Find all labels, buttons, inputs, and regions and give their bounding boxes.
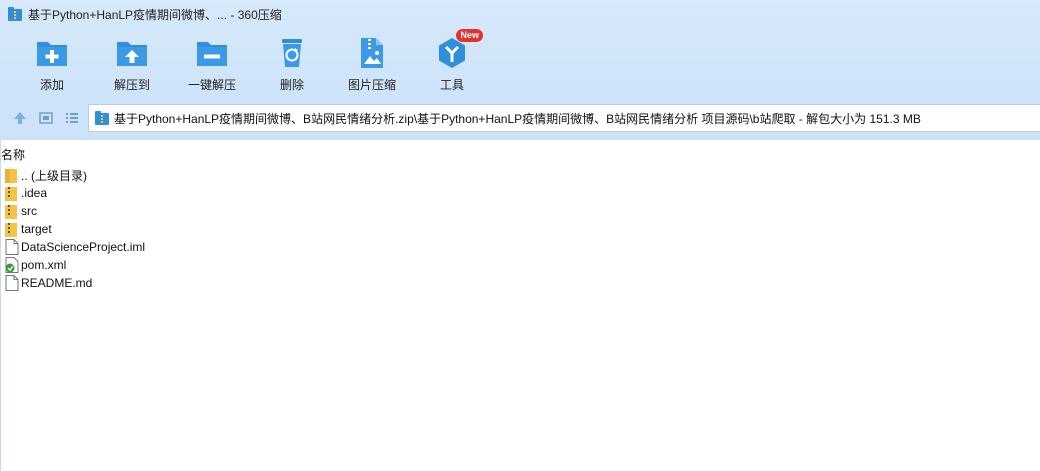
tools-button[interactable]: New 工具 bbox=[412, 29, 492, 92]
one-click-extract-button[interactable]: 一键解压 bbox=[172, 34, 252, 92]
column-header-name[interactable]: 名称 bbox=[0, 145, 1040, 163]
list-item-idea[interactable]: .idea bbox=[0, 184, 1040, 202]
file-name: DataScienceProject.iml bbox=[21, 240, 146, 254]
zipped-folder-icon bbox=[5, 221, 19, 237]
image-compress-button[interactable]: 图片压缩 bbox=[332, 34, 412, 92]
list-item-target[interactable]: target bbox=[0, 220, 1040, 238]
recycle-delete-icon bbox=[275, 36, 309, 70]
add-button[interactable]: 添加 bbox=[12, 34, 92, 92]
archive-app-icon bbox=[7, 6, 23, 22]
delete-label: 删除 bbox=[279, 78, 304, 92]
extract-to-icon bbox=[115, 36, 149, 70]
file-name: src bbox=[21, 204, 37, 218]
file-name: pom.xml bbox=[21, 258, 67, 272]
window-title: 基于Python+HanLP疫情期间微博、... - 360压缩 bbox=[28, 7, 282, 22]
document-icon bbox=[5, 275, 19, 291]
tools-label: 工具 bbox=[439, 78, 464, 92]
up-level-arrow-icon[interactable] bbox=[12, 110, 28, 126]
add-label: 添加 bbox=[39, 78, 64, 92]
toolbar: 添加 解压到 一键解压 删除 图片压缩 New 工具 bbox=[0, 29, 1040, 94]
list-item-readme[interactable]: README.md bbox=[0, 274, 1040, 292]
path-bar[interactable]: 基于Python+HanLP疫情期间微博、B站网民情绪分析.zip\基于Pyth… bbox=[88, 104, 1040, 132]
path-text: 基于Python+HanLP疫情期间微博、B站网民情绪分析.zip\基于Pyth… bbox=[114, 111, 921, 126]
folder-icon bbox=[5, 167, 19, 183]
list-item-pom[interactable]: pom.xml bbox=[0, 256, 1040, 274]
zipped-folder-icon bbox=[5, 203, 19, 219]
list-item-iml[interactable]: DataScienceProject.iml bbox=[0, 238, 1040, 256]
one-click-extract-icon bbox=[195, 36, 229, 70]
file-name: .idea bbox=[21, 186, 48, 200]
column-name-label: 名称 bbox=[1, 147, 26, 162]
file-name: target bbox=[21, 222, 52, 236]
list-item-parent-dir[interactable]: .. (上级目录) bbox=[0, 166, 1040, 184]
document-icon bbox=[5, 239, 19, 255]
file-name: README.md bbox=[21, 276, 93, 290]
delete-button[interactable]: 删除 bbox=[252, 34, 332, 92]
title-bar: 基于Python+HanLP疫情期间微博、... - 360压缩 bbox=[0, 0, 1040, 28]
image-compress-label: 图片压缩 bbox=[347, 78, 396, 92]
add-folder-icon bbox=[35, 36, 69, 70]
file-name: .. (上级目录) bbox=[21, 168, 87, 183]
extract-to-button[interactable]: 解压到 bbox=[92, 34, 172, 92]
extract-to-label: 解压到 bbox=[113, 78, 150, 92]
zip-archive-icon bbox=[94, 110, 110, 126]
list-view-icon[interactable] bbox=[64, 110, 80, 126]
xml-file-icon bbox=[5, 257, 19, 273]
one-click-extract-label: 一键解压 bbox=[187, 78, 236, 92]
zipped-folder-icon bbox=[5, 185, 19, 201]
tools-icon: New bbox=[435, 29, 483, 70]
thumbnail-view-icon[interactable] bbox=[38, 110, 54, 126]
image-compress-icon bbox=[355, 36, 389, 70]
navigation-bar: 基于Python+HanLP疫情期间微博、B站网民情绪分析.zip\基于Pyth… bbox=[0, 104, 1040, 132]
file-list: .. (上级目录) .idea src target DataSciencePr… bbox=[0, 166, 1040, 292]
list-item-src[interactable]: src bbox=[0, 202, 1040, 220]
new-badge: New bbox=[456, 29, 483, 42]
